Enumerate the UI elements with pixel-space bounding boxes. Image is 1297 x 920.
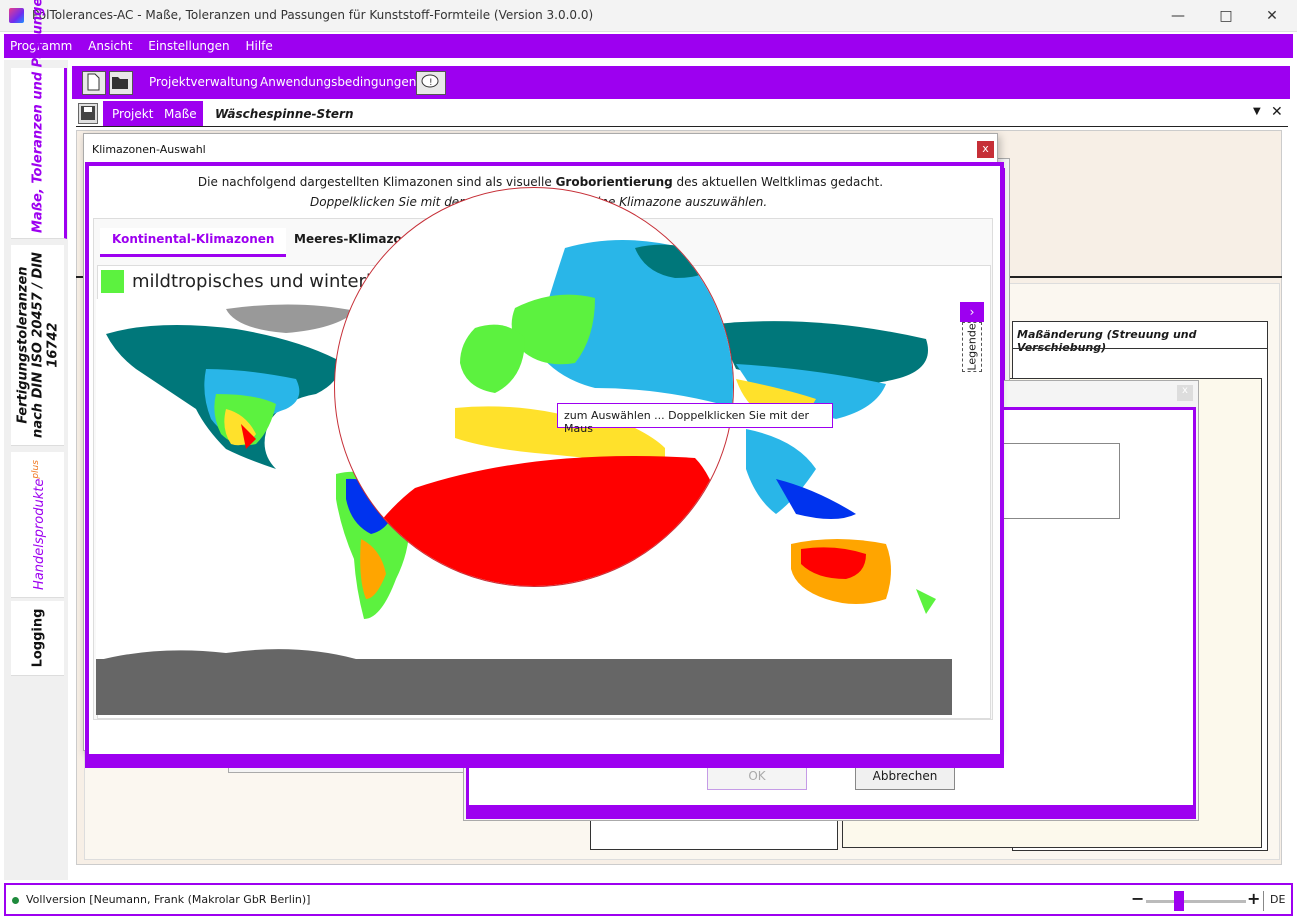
new-file-icon[interactable]	[82, 71, 106, 95]
open-folder-icon[interactable]	[109, 71, 133, 95]
tab-projekt[interactable]: Projekt	[112, 107, 153, 121]
status-bar: Vollversion [Neumann, Frank (Makrolar Gb…	[4, 883, 1293, 916]
sidetab-masse[interactable]: Maße, Toleranzen und Passungen	[11, 0, 67, 239]
dropdown-chevron-icon[interactable]: ▼	[1253, 106, 1261, 117]
maximize-button[interactable]: □	[1206, 4, 1246, 28]
project-name: Wäschespinne-Stern	[215, 107, 354, 121]
dialog-close-button[interactable]: x	[977, 141, 994, 158]
save-icon[interactable]	[78, 103, 98, 124]
zone-color-swatch	[101, 270, 124, 293]
toolbar: Projektverwaltung Anwendungsbedingungen …	[72, 66, 1290, 99]
menu-ansicht[interactable]: Ansicht	[82, 34, 138, 58]
dialog-title: Klimazonen-Auswahl	[92, 143, 206, 156]
menu-hilfe[interactable]: Hilfe	[239, 34, 278, 58]
close-project-icon[interactable]: ✕	[1271, 104, 1283, 120]
zoom-out-icon[interactable]: −	[1131, 889, 1144, 908]
zoom-slider-thumb[interactable]	[1174, 891, 1184, 911]
zone-label: mildtropisches und winterk	[132, 271, 377, 292]
project-bar: Projekt Maße Wäschespinne-Stern ▼ ✕	[76, 101, 1288, 127]
info-bubble-icon[interactable]: !	[416, 71, 446, 95]
conditions-link[interactable]: Anwendungsbedingungen	[260, 75, 416, 89]
sidetab-handel[interactable]: Handelsprodukteplus	[11, 452, 64, 598]
sidetab-handel-label: Handelsprodukteplus	[30, 459, 47, 590]
zoom-slider-track[interactable]	[1146, 900, 1246, 903]
svg-text:!: !	[429, 78, 433, 88]
minimize-button[interactable]: —	[1158, 4, 1198, 28]
legend-label: Legende	[965, 323, 979, 371]
tooltip: zum Auswählen ... Doppelklicken Sie mit …	[557, 403, 833, 435]
menu-einstellungen[interactable]: Einstellungen	[142, 34, 235, 58]
window-titlebar: PolTolerances-AC - Maße, Toleranzen und …	[0, 0, 1297, 32]
zoom-in-icon[interactable]: +	[1247, 889, 1260, 908]
resize-grip-icon[interactable]: ⋰	[984, 738, 994, 748]
column-header: Maßänderung (Streuung und Verschiebung)	[1017, 328, 1197, 354]
legend-expand-button[interactable]: ›	[960, 302, 984, 322]
legend-tab[interactable]: Legende	[962, 322, 982, 372]
status-dot-icon	[12, 897, 19, 904]
window-title: PolTolerances-AC - Maße, Toleranzen und …	[32, 8, 594, 22]
sidetab-fertigung-label: Fertigungstoleranzen nach DIN ISO 20457 …	[15, 252, 60, 438]
app-icon	[9, 8, 24, 23]
bg-input-box	[998, 443, 1120, 519]
license-text: Vollversion [Neumann, Frank (Makrolar Gb…	[26, 893, 311, 906]
sidetab-masse-label: Maße, Toleranzen und Passungen	[30, 0, 45, 233]
tab-kontinental[interactable]: Kontinental-Klimazonen	[100, 228, 287, 257]
dialog-hint: Doppelklicken Sie mit der	[310, 195, 465, 209]
sidetab-fertigung[interactable]: Fertigungstoleranzen nach DIN ISO 20457 …	[11, 245, 64, 446]
project-management-link[interactable]: Projektverwaltung	[149, 75, 258, 89]
sidetab-logging[interactable]: Logging	[11, 601, 64, 676]
language-indicator[interactable]: DE	[1270, 893, 1285, 906]
sidetab-logging-label: Logging	[30, 608, 45, 668]
close-window-button[interactable]: ✕	[1252, 4, 1292, 28]
tab-masse[interactable]: Maße	[164, 107, 197, 121]
map-magnifier[interactable]	[334, 187, 734, 587]
menu-bar: Programm Ansicht Einstellungen Hilfe	[4, 34, 1293, 58]
